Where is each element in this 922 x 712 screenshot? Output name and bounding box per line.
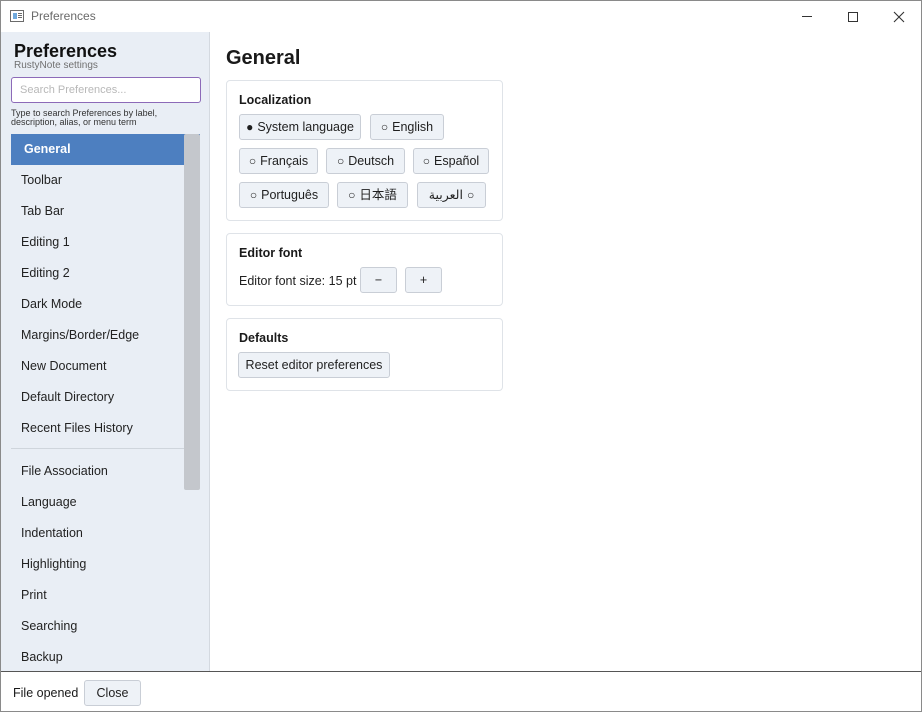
language-option-label: Français bbox=[260, 154, 309, 168]
localization-title: Localization bbox=[239, 93, 312, 107]
close-window-button[interactable] bbox=[876, 1, 922, 32]
language-option-label: System language bbox=[257, 120, 354, 134]
reset-preferences-button[interactable]: Reset editor preferences bbox=[238, 352, 390, 378]
main-content: General Localization ● System language ○ En… bbox=[211, 32, 921, 671]
sidebar-divider bbox=[11, 444, 200, 456]
maximize-icon bbox=[848, 11, 858, 22]
maximize-button[interactable] bbox=[830, 1, 876, 32]
sidebar-item-file-association[interactable]: File Association bbox=[11, 456, 183, 487]
radio-unselected-icon: ○ bbox=[466, 188, 475, 202]
language-option-0[interactable]: ● System language bbox=[239, 114, 361, 140]
sidebar-item-language[interactable]: Language bbox=[11, 487, 183, 518]
sidebar-item-editing-1[interactable]: Editing 1 bbox=[11, 227, 183, 258]
language-option-5[interactable]: ○ Português bbox=[239, 182, 329, 208]
language-option-6[interactable]: ○ 日本語 bbox=[337, 182, 408, 208]
app-icon bbox=[10, 10, 24, 22]
radio-unselected-icon: ○ bbox=[248, 154, 257, 168]
increase-font-button[interactable]: + bbox=[405, 267, 442, 293]
sidebar-nav: General Toolbar Tab Bar Editing 1 Editing 2D… bbox=[11, 134, 200, 671]
sidebar: Preferences RustyNote settings Type to s… bbox=[1, 32, 210, 671]
language-option-label: 日本語 bbox=[359, 188, 397, 202]
sidebar-subtitle: RustyNote settings bbox=[14, 60, 98, 71]
sidebar-item-margins-border-edge[interactable]: Margins/Border/Edge bbox=[11, 320, 183, 351]
language-option-label: English bbox=[392, 120, 434, 134]
decrease-font-button[interactable]: − bbox=[360, 267, 397, 293]
status-text: File opened bbox=[13, 686, 79, 700]
font-size-label: Editor font size: 15 pt bbox=[239, 274, 357, 288]
localization-card: Localization ● System language ○ English ○ Fr… bbox=[226, 80, 503, 221]
sidebar-item-highlighting[interactable]: Highlighting bbox=[11, 549, 183, 580]
preferences-window: Preferences Preferences RustyNote settin… bbox=[0, 0, 922, 712]
sidebar-item-dark-mode[interactable]: Dark Mode bbox=[11, 289, 183, 320]
language-option-label: Deutsch bbox=[348, 154, 395, 168]
sidebar-item-indentation[interactable]: Indentation bbox=[11, 518, 183, 549]
search-input[interactable] bbox=[11, 77, 201, 103]
language-option-2[interactable]: ○ Français bbox=[239, 148, 318, 174]
title-bar[interactable]: Preferences bbox=[1, 1, 921, 32]
status-bar: File opened Close bbox=[1, 671, 921, 711]
language-option-label: Español bbox=[434, 154, 480, 168]
radio-unselected-icon: ○ bbox=[249, 188, 258, 202]
radio-unselected-icon: ○ bbox=[348, 188, 356, 202]
radio-unselected-icon: ○ bbox=[380, 120, 389, 134]
sidebar-title: Preferences bbox=[14, 41, 118, 61]
sidebar-item-general[interactable]: General bbox=[11, 134, 200, 165]
close-button[interactable]: Close bbox=[84, 680, 141, 706]
sidebar-item-searching[interactable]: Searching bbox=[11, 611, 183, 642]
editor-font-title: Editor font bbox=[239, 246, 303, 260]
sidebar-scrollbar[interactable] bbox=[184, 134, 200, 490]
sidebar-item-print[interactable]: Print bbox=[11, 580, 183, 611]
page-title: General bbox=[226, 47, 301, 69]
sidebar-item-recent-files-history[interactable]: Recent Files History bbox=[11, 413, 183, 444]
close-icon bbox=[893, 11, 905, 22]
language-option-label: العربية bbox=[428, 188, 463, 202]
defaults-title: Defaults bbox=[239, 331, 289, 345]
sidebar-item-new-document[interactable]: New Document bbox=[11, 351, 183, 382]
search-hint: Type to search Preferences by label, des… bbox=[11, 108, 158, 127]
sidebar-item-backup[interactable]: Backup bbox=[11, 642, 183, 671]
window-title: Preferences bbox=[31, 9, 96, 23]
language-option-7[interactable]: العربية ○ bbox=[417, 182, 486, 208]
radio-selected-icon: ● bbox=[246, 120, 254, 134]
language-option-4[interactable]: ○ Español bbox=[413, 148, 489, 174]
language-option-label: Português bbox=[261, 188, 319, 202]
language-option-1[interactable]: ○ English bbox=[370, 114, 444, 140]
editor-font-card: Editor font Editor font size: 15 pt − + bbox=[226, 233, 503, 306]
language-option-3[interactable]: ○ Deutsch bbox=[326, 148, 405, 174]
sidebar-item-toolbar[interactable]: Toolbar bbox=[11, 165, 183, 196]
radio-unselected-icon: ○ bbox=[422, 154, 431, 168]
minimize-icon bbox=[802, 16, 812, 17]
minimize-button[interactable] bbox=[784, 1, 830, 32]
sidebar-item-editing-2[interactable]: Editing 2 bbox=[11, 258, 183, 289]
sidebar-item-default-directory[interactable]: Default Directory bbox=[11, 382, 183, 413]
sidebar-item-tab-bar[interactable]: Tab Bar bbox=[11, 196, 183, 227]
defaults-card: Defaults Reset editor preferences bbox=[226, 318, 503, 391]
radio-unselected-icon: ○ bbox=[336, 154, 345, 168]
